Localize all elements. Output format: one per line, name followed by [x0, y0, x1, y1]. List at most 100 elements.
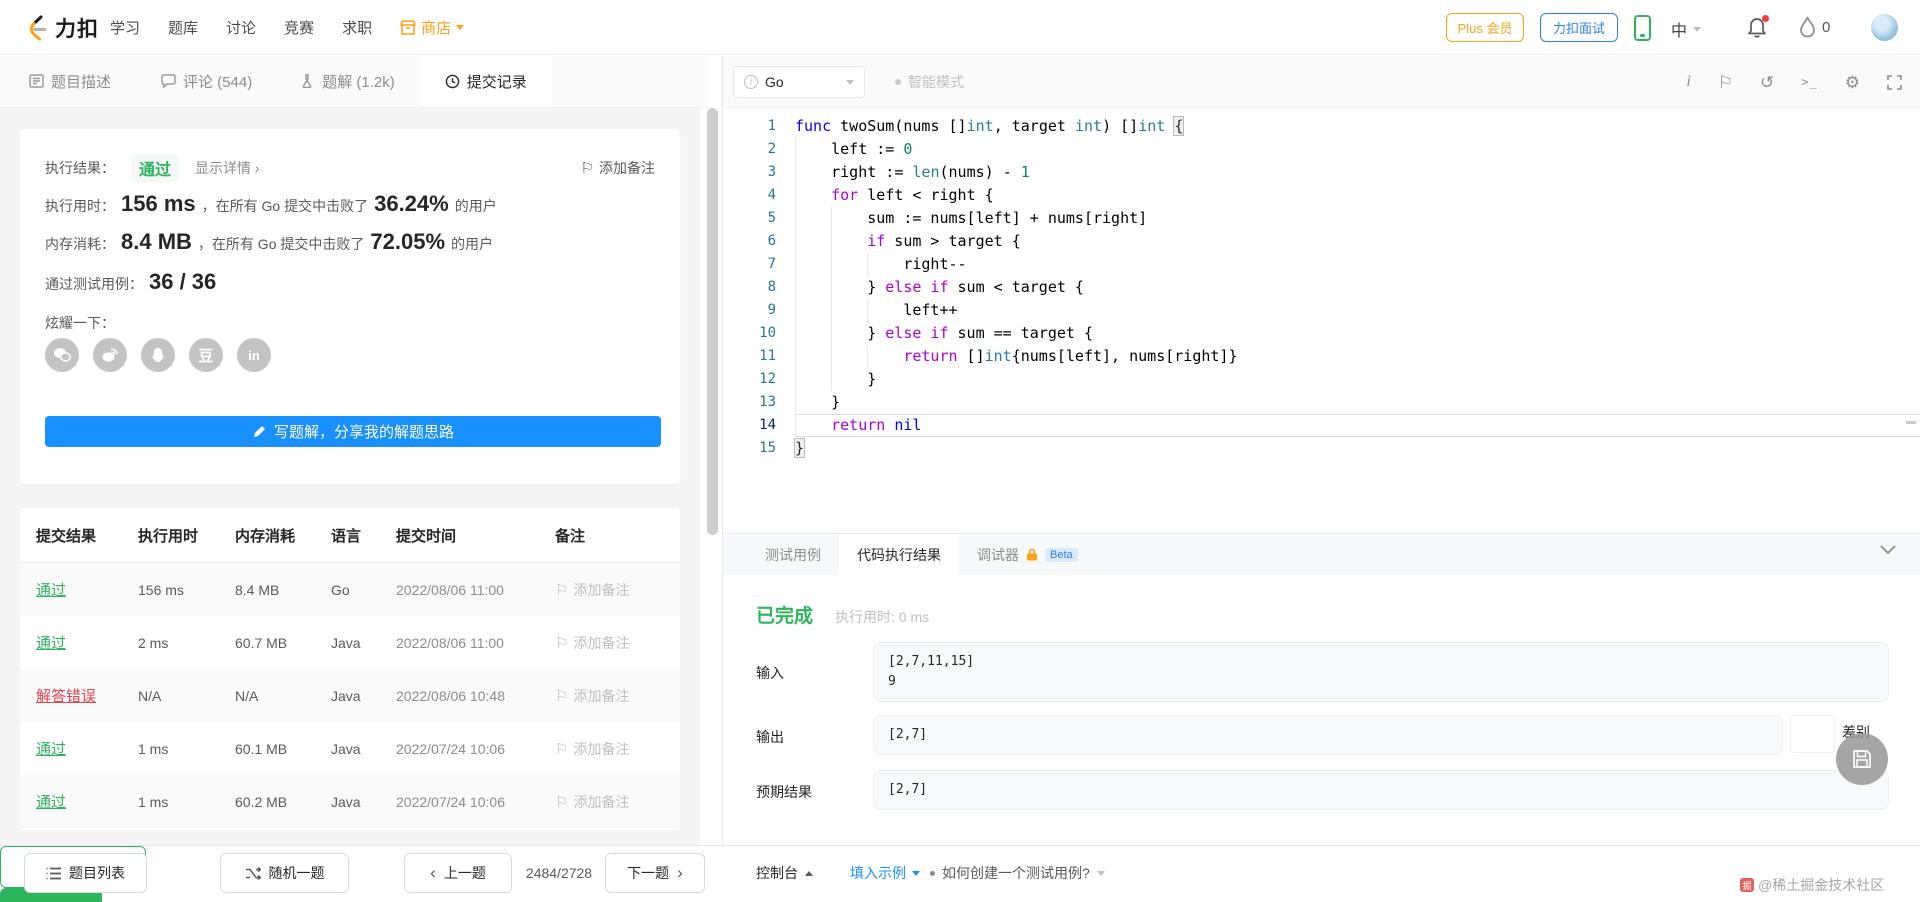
console-tabbar: 测试用例 代码执行结果 调试器 Beta: [723, 533, 1920, 575]
code-line[interactable]: 3 right := len(nums) - 1: [723, 161, 1920, 184]
indent-guide: [831, 345, 867, 368]
tab-提交记录[interactable]: 提交记录: [419, 55, 552, 107]
next-problem-button[interactable]: 下一题 ›: [605, 853, 705, 893]
table-row: 通过 2 ms 60.7 MB Java 2022/08/06 11:00 ⚐ 添加备注: [20, 616, 680, 669]
code-line[interactable]: 13}: [723, 391, 1920, 414]
submission-status-link[interactable]: 解答错误: [36, 685, 138, 706]
indent-guide: [795, 161, 831, 184]
plus-member-button[interactable]: Plus 会员: [1446, 13, 1524, 42]
mobile-app-icon[interactable]: [1634, 15, 1651, 41]
console-tab-调试器[interactable]: 调试器 Beta: [959, 534, 1096, 575]
add-note-button[interactable]: ⚐ 添加备注: [555, 633, 680, 653]
tab-题目描述[interactable]: 题目描述: [4, 55, 136, 107]
linkedin-icon[interactable]: in: [237, 338, 271, 372]
tab-题解 (1.2k)[interactable]: 题解 (1.2k): [277, 55, 420, 107]
code-line[interactable]: 14 return nil: [723, 414, 1920, 437]
info-icon[interactable]: i: [1686, 74, 1690, 90]
testcase-help-link[interactable]: 如何创建一个测试用例?: [930, 853, 1105, 893]
tab-评论 (544)[interactable]: 评论 (544): [136, 55, 277, 107]
code-line[interactable]: 5 sum := nums[left] + nums[right]: [723, 207, 1920, 230]
code-line[interactable]: 10} else if sum == target {: [723, 322, 1920, 345]
result-label: 执行结果：: [45, 160, 115, 176]
save-float-button[interactable]: [1836, 733, 1888, 785]
fullscreen-icon[interactable]: [1887, 74, 1902, 90]
write-solution-button[interactable]: 写题解，分享我的解题思路: [45, 416, 661, 447]
console-tab-label: 测试用例: [765, 546, 821, 563]
execution-result-panel: 已完成 执行用时: 0 ms 输入 [2,7,11,15] 9 输出 [2,7]…: [723, 575, 1920, 845]
code-line[interactable]: 1 func twoSum(nums []int, target int) []i…: [723, 115, 1920, 138]
undo-icon[interactable]: ↺: [1760, 74, 1774, 91]
language-cell: Java: [331, 740, 361, 757]
terminal-icon[interactable]: >_: [1801, 76, 1817, 88]
problem-list-button[interactable]: 题目列表: [24, 853, 147, 893]
add-note-button[interactable]: ⚐ 添加备注: [581, 158, 655, 178]
weibo-icon[interactable]: [93, 338, 127, 372]
nav-item-shop[interactable]: 商店: [400, 17, 465, 38]
wechat-icon[interactable]: [45, 338, 79, 372]
nav-item-学习[interactable]: 学习: [110, 17, 140, 38]
indent-guide: [831, 322, 867, 345]
avatar[interactable]: [1871, 14, 1898, 41]
nav-item-讨论[interactable]: 讨论: [226, 17, 256, 38]
collapse-console-button[interactable]: [1880, 545, 1896, 555]
console-tab-测试用例[interactable]: 测试用例: [747, 534, 839, 575]
smart-mode-indicator[interactable]: 智能模式: [895, 66, 964, 98]
fill-example-button[interactable]: 填入示例: [850, 853, 920, 893]
console-toggle[interactable]: 控制台: [756, 853, 813, 893]
add-note-button[interactable]: ⚐ 添加备注: [555, 792, 680, 812]
indent-guide: [795, 276, 831, 299]
code-token: left++: [903, 301, 958, 319]
column-header: 执行用时: [138, 527, 199, 545]
input-value[interactable]: [2,7,11,15] 9: [873, 642, 1889, 702]
qq-icon[interactable]: [141, 338, 175, 372]
code-line[interactable]: 7 right--: [723, 253, 1920, 276]
submission-status-link[interactable]: 通过: [36, 632, 138, 653]
code-line[interactable]: 4 for left < right {: [723, 184, 1920, 207]
show-detail-link[interactable]: 显示详情 ›: [195, 158, 260, 178]
leetcode-logo[interactable]: 力扣: [25, 13, 99, 43]
interview-button[interactable]: 力扣面试: [1540, 13, 1618, 42]
code-editor[interactable]: 1 func twoSum(nums []int, target int) []i…: [723, 108, 1920, 533]
language-select[interactable]: i Go: [733, 66, 865, 98]
runtime-note-pre: ，在所有 Go 提交中击败了: [201, 198, 369, 214]
submission-status-link[interactable]: 通过: [36, 791, 138, 812]
expected-value[interactable]: [2,7]: [873, 770, 1889, 810]
submission-status-link[interactable]: 通过: [36, 579, 138, 600]
nav-item-题库[interactable]: 题库: [168, 17, 198, 38]
nav-item-求职[interactable]: 求职: [342, 17, 372, 38]
indent-guide: [795, 345, 831, 368]
notification-bell-icon[interactable]: [1747, 15, 1769, 38]
prev-problem-button[interactable]: ‹ 上一题: [404, 853, 512, 893]
language-switcher[interactable]: 中: [1671, 17, 1702, 41]
add-note-button[interactable]: ⚐ 添加备注: [555, 739, 680, 759]
console-tab-代码执行结果[interactable]: 代码执行结果: [839, 534, 959, 575]
add-note-button[interactable]: ⚐ 添加备注: [555, 580, 680, 600]
diff-toggle[interactable]: [1790, 715, 1835, 753]
code-token: return: [831, 416, 886, 434]
douban-icon[interactable]: 豆: [189, 338, 223, 372]
code-line[interactable]: 6 if sum > target {: [723, 230, 1920, 253]
gear-icon[interactable]: ⚙: [1845, 74, 1860, 91]
flag-icon[interactable]: ⚐: [1718, 74, 1733, 91]
left-scrollbar-thumb[interactable]: [707, 108, 718, 535]
code-line[interactable]: 12}: [723, 368, 1920, 391]
code-line[interactable]: 9 left++: [723, 299, 1920, 322]
code-line[interactable]: 11 return []int{nums[left], nums[right]}: [723, 345, 1920, 368]
indent-guide: [867, 345, 903, 368]
chevron-down-icon: [1693, 26, 1702, 32]
streak-counter[interactable]: 0: [1799, 16, 1830, 38]
code-line[interactable]: 2 left := 0: [723, 138, 1920, 161]
line-number: 5: [767, 210, 776, 226]
flame-icon: [1800, 16, 1815, 38]
add-note-button[interactable]: ⚐ 添加备注: [555, 686, 680, 706]
random-problem-button[interactable]: 随机一题: [220, 853, 349, 893]
table-row: 通过 1 ms 60.2 MB Java 2022/07/24 10:06 ⚐ 添加备注: [20, 775, 680, 828]
submission-status-link[interactable]: 通过: [36, 738, 138, 759]
output-value[interactable]: [2,7]: [873, 715, 1783, 755]
problem-list-label: 题目列表: [69, 865, 125, 881]
line-number: 1: [767, 118, 776, 134]
code-line[interactable]: 8} else if sum < target {: [723, 276, 1920, 299]
code-line[interactable]: 15}: [723, 437, 1920, 460]
nav-item-竞赛[interactable]: 竞赛: [284, 17, 314, 38]
indent-guide: [795, 138, 831, 161]
